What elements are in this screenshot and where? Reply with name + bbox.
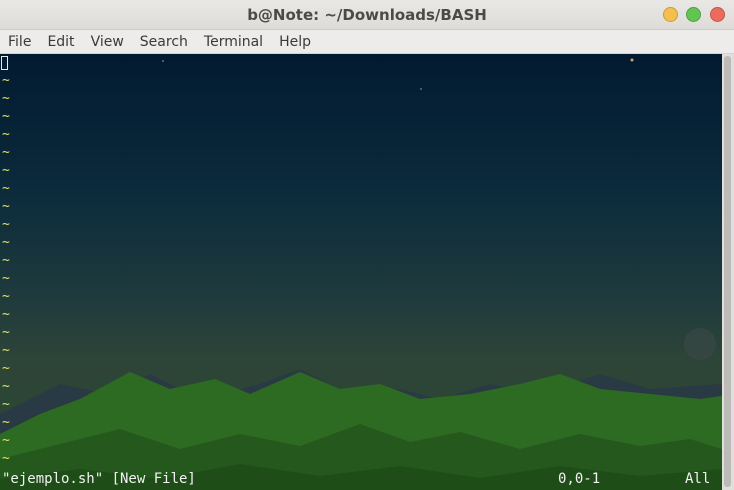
menu-search[interactable]: Search [132,30,196,54]
menu-terminal[interactable]: Terminal [196,30,271,54]
empty-line-marker: ~ [2,289,10,304]
status-position: 0,0-1 [558,471,601,487]
empty-line-marker: ~ [2,433,10,448]
close-icon[interactable] [710,7,725,22]
empty-line-marker: ~ [2,397,10,412]
status-scroll: All [685,471,711,487]
title-bar[interactable]: b@Note: ~/Downloads/BASH [0,0,734,30]
empty-line-marker: ~ [2,343,10,358]
empty-line-marker: ~ [2,307,10,322]
scrollbar-thumb[interactable] [724,56,731,487]
empty-line-marker: ~ [2,163,10,178]
text-cursor [1,56,8,70]
window-title: b@Note: ~/Downloads/BASH [247,6,487,24]
empty-line-marker: ~ [2,73,10,88]
menu-bar: File Edit View Search Terminal Help [0,30,734,54]
status-file: "ejemplo.sh" [New File] [2,471,196,487]
empty-line-marker: ~ [2,325,10,340]
menu-help[interactable]: Help [271,30,319,54]
empty-line-marker: ~ [2,199,10,214]
empty-line-marker: ~ [2,145,10,160]
minimize-icon[interactable] [663,7,678,22]
empty-line-marker: ~ [2,127,10,142]
empty-line-marker: ~ [2,235,10,250]
empty-line-marker: ~ [2,109,10,124]
empty-line-marker: ~ [2,271,10,286]
empty-line-marker: ~ [2,451,10,466]
scrollbar[interactable] [722,54,734,490]
empty-line-marker: ~ [2,379,10,394]
menu-edit[interactable]: Edit [39,30,82,54]
menu-file[interactable]: File [0,30,39,54]
background-image [0,58,722,490]
terminal-area[interactable]: ~ ~ ~ ~ ~ ~ ~ ~ ~ ~ ~ ~ ~ ~ ~ ~ ~ ~ ~ ~ … [0,54,722,490]
menu-view[interactable]: View [83,30,132,54]
empty-line-marker: ~ [2,217,10,232]
empty-line-marker: ~ [2,181,10,196]
empty-line-marker: ~ [2,361,10,376]
empty-line-marker: ~ [2,253,10,268]
empty-line-marker: ~ [2,91,10,106]
terminal-window: b@Note: ~/Downloads/BASH File Edit View … [0,0,734,490]
status-line: "ejemplo.sh" [New File] 0,0-1 All [0,470,722,488]
empty-line-marker: ~ [2,415,10,430]
maximize-icon[interactable] [686,7,701,22]
